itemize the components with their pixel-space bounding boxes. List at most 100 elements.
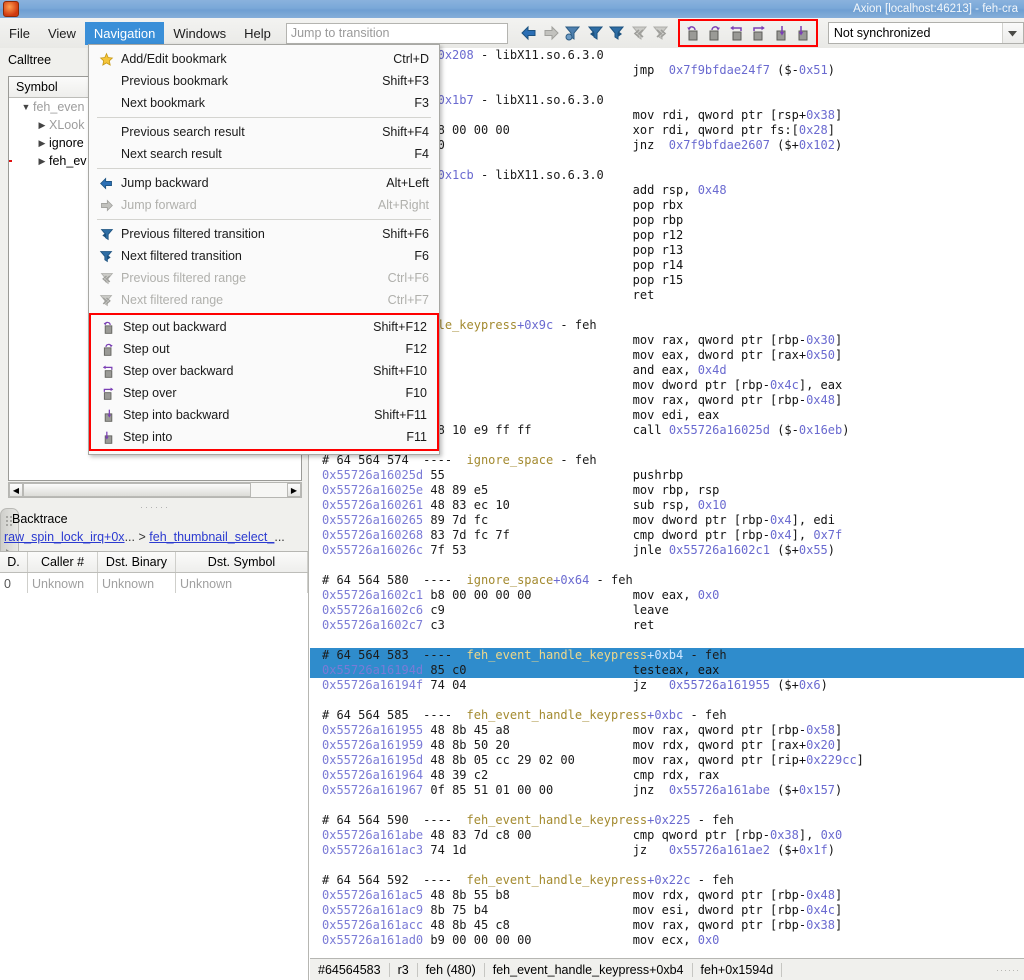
jump-backward-icon[interactable]	[518, 21, 540, 45]
window-titlebar: Axion [localhost:46213] - feh-cra	[0, 0, 1024, 19]
filter-settings-icon[interactable]	[562, 21, 584, 45]
cell-depth: 0	[0, 573, 28, 594]
disassembly-block-header[interactable]: # 64 564 574 ---- ignore_space - feh	[310, 453, 1024, 468]
disassembly-line[interactable]: 0x55726a16026c 7f 53 jnle 0x55726a1602c1…	[310, 543, 1024, 558]
menu-item-next-filtered-transition[interactable]: Next filtered transitionF6	[89, 245, 439, 267]
menu-item-label: Step over backward	[119, 364, 363, 378]
disassembly-line[interactable]: 0x55726a16025e 48 89 e5 mov rbp, rsp	[310, 483, 1024, 498]
disassembly-line[interactable]: 0x55726a161acc 48 8b 45 c8 mov rax, qwor…	[310, 918, 1024, 933]
menu-windows[interactable]: Windows	[164, 22, 235, 45]
twisty-right-icon[interactable]: ▶	[35, 138, 49, 149]
step-over-backward-icon[interactable]	[726, 21, 748, 45]
step-out-icon	[97, 340, 119, 358]
menu-item-step-into-backward[interactable]: Step into backwardShift+F11	[91, 404, 437, 426]
backtrace-breadcrumb: raw_spin_lock_irq+0x... > feh_thumbnail_…	[4, 530, 304, 544]
menu-navigation[interactable]: Navigation	[85, 22, 164, 45]
previous-filtered-transition-icon[interactable]	[584, 21, 606, 45]
column-dst-binary[interactable]: Dst. Binary	[98, 552, 176, 572]
disassembly-line[interactable]: 0x55726a16194f 74 04 jz 0x55726a161955 (…	[310, 678, 1024, 693]
jump-to-transition-input[interactable]: Jump to transition	[286, 23, 508, 44]
disassembly-line[interactable]: 0x55726a161abe 48 83 7d c8 00 cmp qword …	[310, 828, 1024, 843]
menu-item-next-bookmark[interactable]: Next bookmarkF3	[89, 92, 439, 114]
step-out-backward-icon[interactable]	[682, 21, 704, 45]
breadcrumb-link-caller[interactable]: raw_spin_lock_irq+0x	[4, 530, 125, 544]
disassembly-line[interactable]: 0x55726a1602c1 b8 00 00 00 00 mov eax, 0…	[310, 588, 1024, 603]
scrollbar-thumb[interactable]	[23, 483, 251, 497]
menu-view[interactable]: View	[39, 22, 85, 45]
disassembly-line[interactable]: 0x55726a161964 48 39 c2 cmp rdx, rax	[310, 768, 1024, 783]
sync-select[interactable]: Not synchronized	[828, 22, 1024, 44]
disassembly-line[interactable]: 0x55726a1602c7 c3 ret	[310, 618, 1024, 633]
disassembly-line[interactable]: 0x55726a16025d 55 pushrbp	[310, 468, 1024, 483]
resize-grip[interactable]: ······	[996, 965, 1020, 975]
disassembly-line[interactable]: 0x55726a161955 48 8b 45 a8 mov rax, qwor…	[310, 723, 1024, 738]
step-over-icon[interactable]	[748, 21, 770, 45]
previous-filtered-range-icon	[628, 21, 650, 45]
menu-item-shortcut: Shift+F3	[372, 74, 433, 88]
breadcrumb-right-ellipsis: ...	[274, 530, 284, 544]
menu-item-next-filtered-range: Next filtered rangeCtrl+F7	[89, 289, 439, 311]
twisty-right-icon[interactable]: ▶	[35, 156, 49, 167]
disassembly-line[interactable]: 0x55726a161959 48 8b 50 20 mov rdx, qwor…	[310, 738, 1024, 753]
disassembly-line[interactable]: 0x55726a16194d 85 c0 testeax, eax	[310, 663, 1024, 678]
sync-select-value: Not synchronized	[834, 26, 931, 40]
disassembly-line[interactable]: 0x55726a161ac9 8b 75 b4 mov esi, dword p…	[310, 903, 1024, 918]
disassembly-line[interactable]: 0x55726a160268 83 7d fc 7f cmp dword ptr…	[310, 528, 1024, 543]
previous-filtered-range-icon	[95, 269, 117, 287]
menu-item-step-out-backward[interactable]: Step out backwardShift+F12	[91, 316, 437, 338]
menu-file[interactable]: File	[0, 22, 39, 45]
step-into-icon[interactable]	[792, 21, 814, 45]
navigation-dropdown-menu[interactable]: Add/Edit bookmarkCtrl+DPrevious bookmark…	[88, 44, 440, 455]
next-filtered-transition-icon[interactable]	[606, 21, 628, 45]
menu-item-previous-bookmark[interactable]: Previous bookmarkShift+F3	[89, 70, 439, 92]
disassembly-line[interactable]: 0x55726a161ac5 48 8b 55 b8 mov rdx, qwor…	[310, 888, 1024, 903]
disassembly-block-header[interactable]: # 64 564 580 ---- ignore_space+0x64 - fe…	[310, 573, 1024, 588]
calltree-horizontal-scrollbar[interactable]: ◀ ▶	[8, 482, 302, 498]
menu-item-step-into[interactable]: Step intoF11	[91, 426, 437, 448]
twisty-right-icon[interactable]: ▶	[35, 120, 49, 131]
menu-item-next-search-result[interactable]: Next search resultF4	[89, 143, 439, 165]
disassembly-line[interactable]: 0x55726a160265 89 7d fc mov dword ptr [r…	[310, 513, 1024, 528]
menu-item-step-out[interactable]: Step outF12	[91, 338, 437, 360]
disassembly-block-header[interactable]: # 64 564 585 ---- feh_event_handle_keypr…	[310, 708, 1024, 723]
scroll-left-icon[interactable]: ◀	[9, 483, 23, 497]
disassembly-line[interactable]: 0x55726a161ad0 b9 00 00 00 00 mov ecx, 0…	[310, 933, 1024, 948]
disassembly-line[interactable]: 0x55726a161ac3 74 1d jz 0x55726a161ae2 (…	[310, 843, 1024, 858]
breadcrumb-separator: >	[138, 530, 145, 544]
menu-item-step-over-backward[interactable]: Step over backwardShift+F10	[91, 360, 437, 382]
calltree-column-symbol: Symbol	[9, 80, 58, 94]
disassembly-line[interactable]: 0x55726a161967 0f 85 51 01 00 00 jnz 0x5…	[310, 783, 1024, 798]
scrollbar-track[interactable]	[23, 483, 287, 497]
menu-item-shortcut: Shift+F6	[372, 227, 433, 241]
menu-item-shortcut: Ctrl+F7	[378, 293, 433, 307]
column-depth[interactable]: D.	[0, 552, 28, 572]
disassembly-block-header[interactable]: # 64 564 592 ---- feh_event_handle_keypr…	[310, 873, 1024, 888]
twisty-down-icon[interactable]: ▼	[19, 102, 33, 112]
disassembly-block-header[interactable]: # 64 564 583 ---- feh_event_handle_keypr…	[310, 648, 1024, 663]
disassembly-line[interactable]: 0x55726a16195d 48 8b 05 cc 29 02 00 mov …	[310, 753, 1024, 768]
scroll-right-icon[interactable]: ▶	[287, 483, 301, 497]
menu-help[interactable]: Help	[235, 22, 280, 45]
column-caller[interactable]: Caller #	[28, 552, 98, 572]
menu-item-previous-filtered-transition[interactable]: Previous filtered transitionShift+F6	[89, 223, 439, 245]
disassembly-line[interactable]: 0x55726a1602c6 c9 leave	[310, 603, 1024, 618]
column-dst-symbol[interactable]: Dst. Symbol	[176, 552, 308, 572]
breadcrumb-link-callee[interactable]: feh_thumbnail_select_	[149, 530, 274, 544]
menu-item-step-over[interactable]: Step overF10	[91, 382, 437, 404]
status-offset: feh+0x1594d	[693, 963, 783, 977]
menu-item-shortcut: Alt+Left	[376, 176, 433, 190]
menu-item-add-edit-bookmark[interactable]: Add/Edit bookmarkCtrl+D	[89, 48, 439, 70]
chevron-down-icon[interactable]	[1002, 23, 1023, 43]
table-row[interactable]: 0 Unknown Unknown Unknown	[0, 573, 308, 595]
menu-item-previous-filtered-range: Previous filtered rangeCtrl+F6	[89, 267, 439, 289]
disassembly-line[interactable]: 0x55726a160261 48 83 ec 10 sub rsp, 0x10	[310, 498, 1024, 513]
menu-item-label: Step into	[119, 430, 396, 444]
breadcrumb-left-ellipsis: ...	[125, 530, 135, 544]
menu-item-no-icon	[95, 145, 117, 163]
menu-item-jump-backward[interactable]: Jump backwardAlt+Left	[89, 172, 439, 194]
step-out-icon[interactable]	[704, 21, 726, 45]
panel-splitter-grip[interactable]: ······	[140, 502, 170, 512]
step-into-backward-icon[interactable]	[770, 21, 792, 45]
disassembly-block-header[interactable]: # 64 564 590 ---- feh_event_handle_keypr…	[310, 813, 1024, 828]
menu-item-previous-search-result[interactable]: Previous search resultShift+F4	[89, 121, 439, 143]
